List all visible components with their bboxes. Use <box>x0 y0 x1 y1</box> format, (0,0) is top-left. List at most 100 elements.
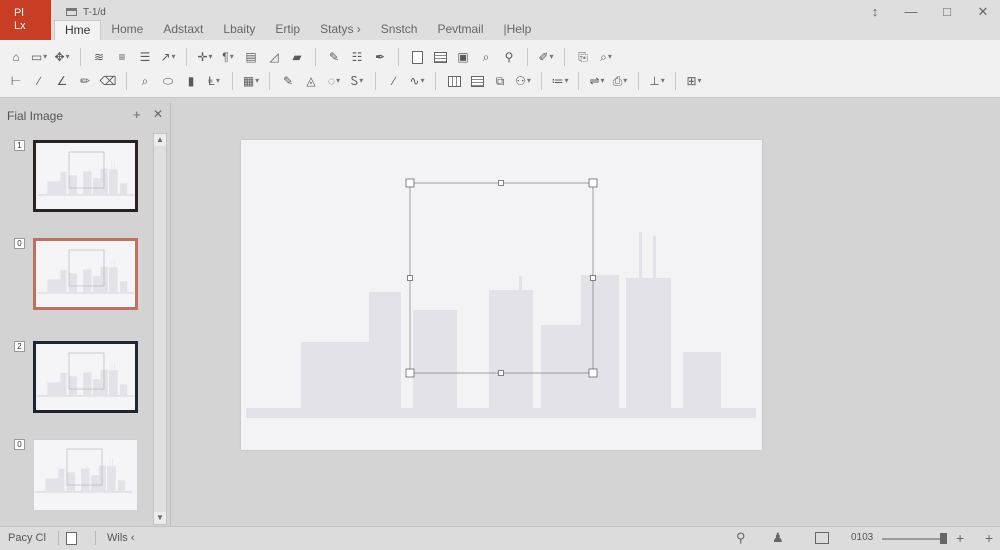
rows-icon[interactable]: ≔ <box>552 73 568 89</box>
ribbon-separator <box>638 72 639 90</box>
person-icon[interactable]: ⚇ <box>515 73 531 89</box>
doc-icon[interactable] <box>409 49 425 65</box>
resize-handle[interactable] <box>498 370 504 376</box>
city-skyline-image[interactable] <box>246 232 756 418</box>
resize-handle[interactable] <box>498 180 504 186</box>
diagonal-icon[interactable]: ∕ <box>31 73 47 89</box>
eraser-icon[interactable]: ⌫ <box>100 73 117 89</box>
document-icon[interactable] <box>66 532 77 545</box>
scroll-up-icon[interactable]: ▲ <box>154 134 166 146</box>
tab-home[interactable]: Home <box>101 20 153 40</box>
paint-icon[interactable]: ⬭ <box>160 73 176 89</box>
line-icon[interactable]: ⊢ <box>8 73 24 89</box>
resize-handle[interactable] <box>407 275 413 281</box>
pencil-tool-icon[interactable]: ✏ <box>77 73 93 89</box>
zoom-out-button[interactable]: + <box>985 530 993 546</box>
tab-snstch[interactable]: Snstch <box>371 20 428 40</box>
view-mode-icon[interactable] <box>815 532 829 544</box>
angle-icon[interactable]: ∠ <box>54 73 70 89</box>
skyline-building <box>117 480 126 491</box>
select-icon[interactable]: ▭ <box>31 49 47 65</box>
app-logo[interactable]: Pl Lx <box>0 0 51 40</box>
shape-copy-icon[interactable]: ⧉ <box>492 73 508 89</box>
copy-icon[interactable]: ⎘ <box>575 49 591 65</box>
save-icon[interactable] <box>66 8 77 16</box>
link-icon[interactable]: ⇌ <box>589 73 605 89</box>
highlight-icon[interactable]: ▰ <box>289 49 305 65</box>
close-pane-icon[interactable]: ✕ <box>153 107 163 121</box>
tab-ertip[interactable]: Ertip <box>265 20 310 40</box>
skyline-building <box>93 276 101 292</box>
font-color-icon[interactable]: Ꮪ <box>349 73 365 89</box>
shapes-icon[interactable]: ▮ <box>183 73 199 89</box>
slide-thumbnail[interactable]: 0 <box>0 238 150 318</box>
user-icon[interactable]: ♟ <box>772 530 784 546</box>
skyline-building <box>68 376 78 395</box>
slide-canvas[interactable] <box>241 140 762 450</box>
wifi-icon[interactable]: ≋ <box>91 49 107 65</box>
tab-hme[interactable]: Hme <box>54 20 102 40</box>
group-icon[interactable]: ⊞ <box>686 73 702 89</box>
select-tool-icon[interactable]: ✥ <box>54 49 70 65</box>
pen-icon[interactable]: ✒ <box>372 49 388 65</box>
hint-icon[interactable]: ⚲ <box>736 530 746 546</box>
format-icon[interactable]: ¶ <box>220 49 236 65</box>
slide-thumbnail[interactable]: 2 <box>0 341 150 421</box>
skyline-building <box>109 370 118 395</box>
clip-icon[interactable]: ◌ <box>326 73 342 89</box>
move-icon[interactable]: ✛ <box>197 49 213 65</box>
brush-icon[interactable]: ⁄ <box>386 73 402 89</box>
resize-handle[interactable] <box>588 368 598 378</box>
list-icon[interactable]: ☷ <box>349 49 365 65</box>
list-doc-icon[interactable] <box>432 49 448 65</box>
word-count[interactable]: Wils ‹ <box>107 532 135 544</box>
tab-lbaity[interactable]: Lbaity <box>213 20 265 40</box>
edit-doc-icon[interactable]: ✎ <box>326 49 342 65</box>
chart-icon[interactable]: ▦ <box>243 73 259 89</box>
align-center-icon[interactable]: ☰ <box>137 49 153 65</box>
tab-statys[interactable]: Statys › <box>310 20 371 40</box>
pencil-icon[interactable]: ✐ <box>538 49 554 65</box>
text-block-icon[interactable] <box>469 73 485 89</box>
tab-help[interactable]: |Help <box>494 20 542 40</box>
find-icon[interactable]: ⌕ <box>598 49 614 65</box>
slide-thumbnail[interactable]: 0 <box>0 439 150 519</box>
edit-shape-icon[interactable]: ◿ <box>266 49 282 65</box>
close-button[interactable]: ✕ <box>976 4 990 20</box>
tab-pevtmail[interactable]: Pevtmail <box>427 20 493 40</box>
image-icon[interactable]: ▣ <box>455 49 471 65</box>
copy-format-icon[interactable]: ⎙ <box>612 73 628 89</box>
resize-handle[interactable] <box>405 368 415 378</box>
align-icon[interactable]: ⊥ <box>649 73 665 89</box>
slide-thumbnail[interactable]: 1 <box>0 140 150 220</box>
page-indicator[interactable]: Pacy Cl <box>8 532 46 544</box>
magnify-icon[interactable]: ⌕ <box>137 73 153 89</box>
thumbnail-scrollbar[interactable]: ▲ ▼ <box>153 133 167 525</box>
minimize-button[interactable]: — <box>904 4 918 20</box>
fill-icon[interactable]: ◬ <box>303 73 319 89</box>
format-table-icon[interactable]: ▤ <box>243 49 259 65</box>
scroll-down-icon[interactable]: ▼ <box>154 512 166 524</box>
skyline-building <box>109 267 118 292</box>
zoom-slider[interactable] <box>882 538 947 540</box>
zoom-in-button[interactable]: + <box>956 530 964 546</box>
search-icon[interactable]: ⌕ <box>478 49 494 65</box>
zoom-icon[interactable]: ⚲ <box>501 49 517 65</box>
resize-handle[interactable] <box>590 275 596 281</box>
home-icon[interactable]: ⌂ <box>8 49 24 65</box>
cursor-icon[interactable]: ↗ <box>160 49 176 65</box>
text-icon[interactable]: Ⱡ <box>206 73 222 89</box>
pin-icon[interactable]: + <box>133 107 141 122</box>
maximize-button[interactable]: □ <box>940 4 954 20</box>
resize-handle[interactable] <box>588 178 598 188</box>
curve-icon[interactable]: ∿ <box>409 73 425 89</box>
resize-handle[interactable] <box>405 178 415 188</box>
skyline-spire <box>112 458 113 467</box>
skyline-building <box>107 466 116 491</box>
zoom-slider-thumb[interactable] <box>940 533 947 544</box>
restore-icon[interactable]: ↕ <box>868 4 882 20</box>
table-icon[interactable] <box>446 73 462 89</box>
tab-adstaxt[interactable]: Adstaxt <box>153 20 213 40</box>
align-left-icon[interactable]: ≡ <box>114 49 130 65</box>
marker-icon[interactable]: ✎ <box>280 73 296 89</box>
